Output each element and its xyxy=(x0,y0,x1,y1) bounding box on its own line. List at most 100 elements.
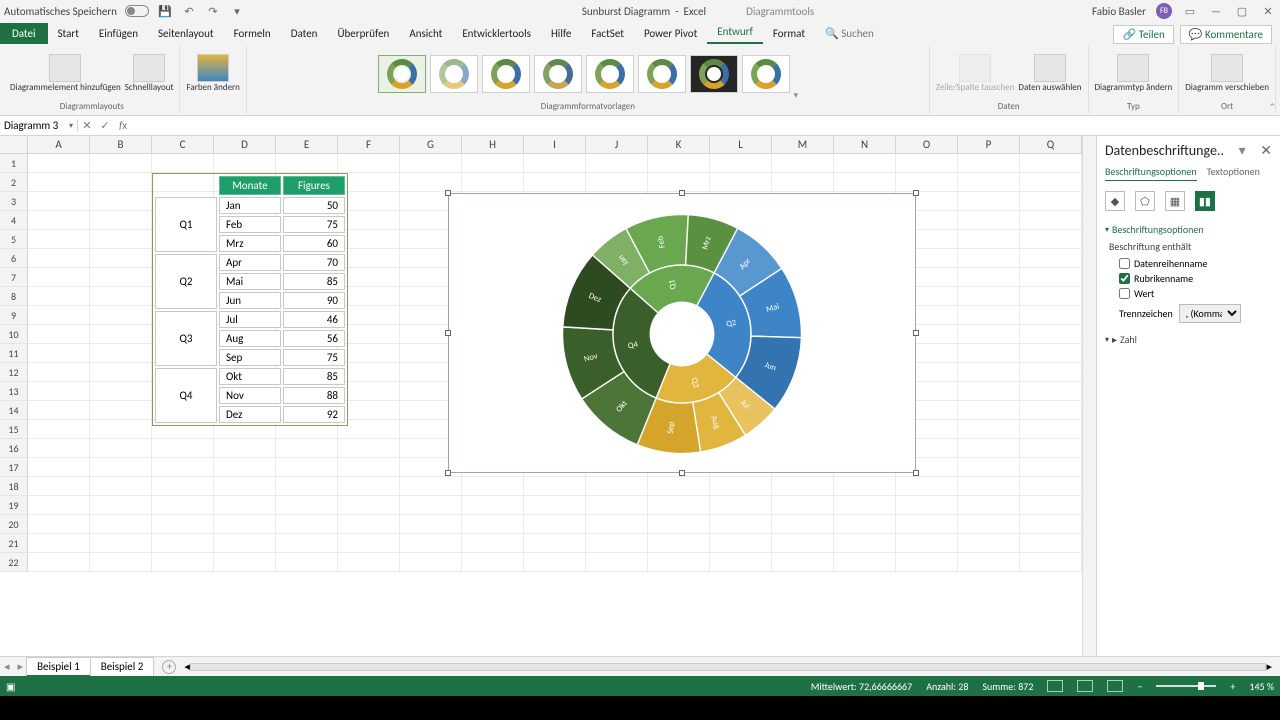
col-M[interactable]: M xyxy=(772,136,834,153)
resize-handle[interactable] xyxy=(913,470,919,476)
ribbon-tab-datei[interactable]: Datei xyxy=(0,23,48,44)
value-cell[interactable]: 70 xyxy=(283,254,345,271)
vertical-scrollbar[interactable] xyxy=(1082,136,1096,656)
value-cell[interactable]: 92 xyxy=(283,406,345,423)
value-cell[interactable]: 75 xyxy=(283,216,345,233)
tab-text-options[interactable]: Textoptionen xyxy=(1207,165,1260,181)
ribbon-tab-überprüfen[interactable]: Überprüfen xyxy=(327,23,399,44)
col-L[interactable]: L xyxy=(710,136,772,153)
ribbon-tab-factset[interactable]: FactSet xyxy=(581,23,634,44)
month-cell[interactable]: Jun xyxy=(219,292,281,309)
row-17[interactable]: 17 xyxy=(0,458,28,477)
window-minimize-icon[interactable]: — xyxy=(1208,3,1224,19)
value-cell[interactable]: 85 xyxy=(283,273,345,290)
ribbon-tab-start[interactable]: Start xyxy=(48,23,89,44)
column-headers[interactable]: ABCDEFGHIJKLMNOPQ xyxy=(0,136,1082,154)
col-K[interactable]: K xyxy=(648,136,710,153)
col-J[interactable]: J xyxy=(586,136,648,153)
style-gallery-more-icon[interactable]: ▾ xyxy=(794,90,799,101)
row-1[interactable]: 1 xyxy=(0,154,28,173)
quarter-cell[interactable]: Q1 xyxy=(155,197,217,252)
record-macro-icon[interactable]: ▣ xyxy=(6,680,15,693)
add-sheet-button[interactable]: + xyxy=(162,660,176,674)
zoom-slider[interactable] xyxy=(1156,685,1216,687)
switch-row-col-button[interactable]: Zeile/Spalte tauschen xyxy=(936,54,1015,92)
row-11[interactable]: 11 xyxy=(0,344,28,363)
separator-select[interactable]: , (Komma) xyxy=(1179,304,1241,323)
quarter-cell[interactable]: Q2 xyxy=(155,254,217,309)
row-6[interactable]: 6 xyxy=(0,249,28,268)
value-cell[interactable]: 50 xyxy=(283,197,345,214)
row-4[interactable]: 4 xyxy=(0,211,28,230)
row-3[interactable]: 3 xyxy=(0,192,28,211)
tab-label-options[interactable]: Beschriftungsoptionen xyxy=(1105,165,1197,181)
chart-style-8[interactable] xyxy=(742,55,790,93)
chart-style-5[interactable] xyxy=(586,55,634,93)
ribbon-display-icon[interactable]: ▭ xyxy=(1182,3,1198,19)
chart-style-7[interactable] xyxy=(690,55,738,93)
chk-category-name[interactable]: Rubrikenname xyxy=(1119,272,1272,285)
ribbon-tab-power pivot[interactable]: Power Pivot xyxy=(634,23,707,44)
ribbon-tab-ansicht[interactable]: Ansicht xyxy=(399,23,452,44)
section-number[interactable]: ▸ Zahl xyxy=(1105,333,1272,346)
month-cell[interactable]: Apr xyxy=(219,254,281,271)
view-page-break-icon[interactable] xyxy=(1107,680,1123,692)
size-props-icon[interactable]: ▦ xyxy=(1165,191,1185,211)
save-icon[interactable]: 💾 xyxy=(157,3,173,19)
zoom-in-icon[interactable]: + xyxy=(1230,680,1235,693)
month-cell[interactable]: Mai xyxy=(219,273,281,290)
select-all-corner[interactable] xyxy=(0,136,28,153)
user-name[interactable]: Fabio Basler xyxy=(1092,5,1146,18)
window-close-icon[interactable]: ✕ xyxy=(1260,3,1276,19)
row-18[interactable]: 18 xyxy=(0,477,28,496)
name-box[interactable]: Diagramm 3▾ xyxy=(0,119,78,132)
month-cell[interactable]: Sep xyxy=(219,349,281,366)
ribbon-tab-format[interactable]: Format xyxy=(763,23,815,44)
view-page-layout-icon[interactable] xyxy=(1077,680,1093,692)
cancel-fx-icon[interactable]: ✕ xyxy=(78,119,96,132)
col-A[interactable]: A xyxy=(28,136,90,153)
chart-style-3[interactable] xyxy=(482,55,530,93)
zoom-level[interactable]: 145 % xyxy=(1249,680,1274,693)
row-22[interactable]: 22 xyxy=(0,553,28,572)
ribbon-tab-formeln[interactable]: Formeln xyxy=(224,23,281,44)
chart-style-1[interactable] xyxy=(378,55,426,93)
ribbon-tab-daten[interactable]: Daten xyxy=(281,23,328,44)
ribbon-tab-hilfe[interactable]: Hilfe xyxy=(541,23,581,44)
ribbon-tab-einfügen[interactable]: Einfügen xyxy=(89,23,148,44)
month-cell[interactable]: Aug xyxy=(219,330,281,347)
resize-handle[interactable] xyxy=(445,190,451,196)
close-pane-icon[interactable]: ✕ xyxy=(1260,142,1272,159)
value-cell[interactable]: 46 xyxy=(283,311,345,328)
effects-icon[interactable]: ⬠ xyxy=(1135,191,1155,211)
sheet-tab[interactable]: Beispiel 2 xyxy=(90,657,155,677)
view-normal-icon[interactable] xyxy=(1047,680,1063,692)
ribbon-tab-entwicklertools[interactable]: Entwicklertools xyxy=(452,23,541,44)
select-data-button[interactable]: Daten auswählen xyxy=(1018,54,1081,92)
col-P[interactable]: P xyxy=(958,136,1020,153)
row-19[interactable]: 19 xyxy=(0,496,28,515)
enter-fx-icon[interactable]: ✓ xyxy=(96,119,114,132)
redo-icon[interactable]: ↷ xyxy=(205,3,221,19)
zoom-out-icon[interactable]: − xyxy=(1137,680,1142,693)
quick-layout-button[interactable]: Schnelllayout xyxy=(125,54,174,92)
month-cell[interactable]: Nov xyxy=(219,387,281,404)
quarter-cell[interactable]: Q4 xyxy=(155,368,217,423)
col-D[interactable]: D xyxy=(214,136,276,153)
row-headers[interactable]: 12345678910111213141516171819202122 xyxy=(0,154,28,572)
move-chart-button[interactable]: Diagramm verschieben xyxy=(1185,54,1269,92)
value-cell[interactable]: 90 xyxy=(283,292,345,309)
row-21[interactable]: 21 xyxy=(0,534,28,553)
resize-handle[interactable] xyxy=(679,190,685,196)
col-E[interactable]: E xyxy=(276,136,338,153)
col-G[interactable]: G xyxy=(400,136,462,153)
value-cell[interactable]: 56 xyxy=(283,330,345,347)
value-cell[interactable]: 75 xyxy=(283,349,345,366)
col-I[interactable]: I xyxy=(524,136,586,153)
section-label-options[interactable]: Beschriftungsoptionen xyxy=(1105,223,1272,236)
change-colors-button[interactable]: Farben ändern xyxy=(186,54,239,92)
fill-line-icon[interactable]: ◆ xyxy=(1105,191,1125,211)
row-16[interactable]: 16 xyxy=(0,439,28,458)
row-13[interactable]: 13 xyxy=(0,382,28,401)
resize-handle[interactable] xyxy=(445,330,451,336)
